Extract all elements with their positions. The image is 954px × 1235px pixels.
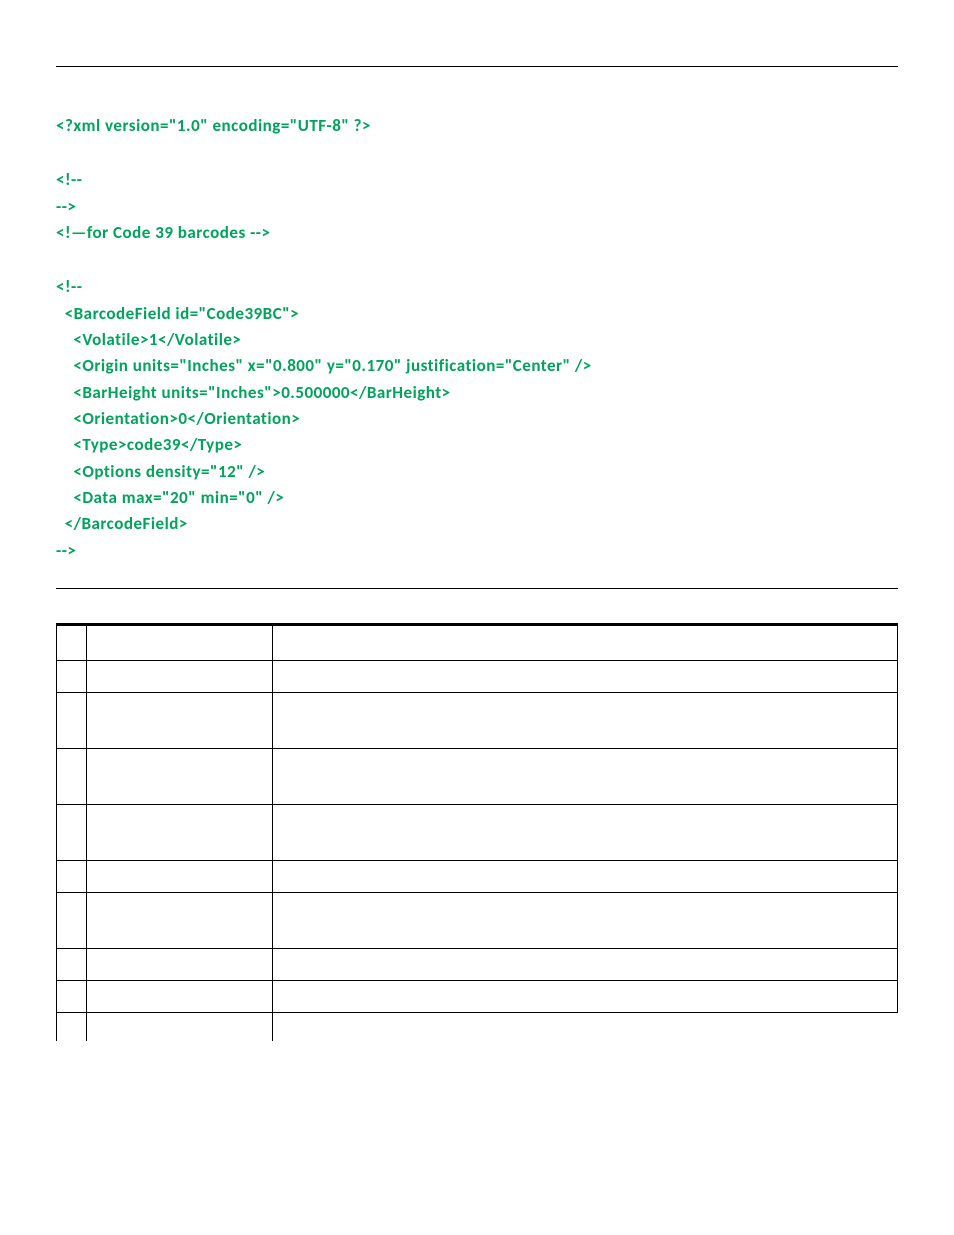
code-line: <Data max="20" min="0" /> [56, 487, 284, 508]
table-cell [87, 693, 273, 749]
code-line: <Origin units="Inches" x="0.800" y="0.17… [56, 355, 592, 376]
table-cell [57, 1013, 87, 1041]
table-cell [273, 693, 898, 749]
page: <?xml version="1.0" encoding="UTF-8" ?> … [0, 66, 954, 1041]
table-row [57, 861, 898, 893]
data-table-wrap [56, 623, 898, 1041]
table-cell [57, 749, 87, 805]
code-line: <BarcodeField id="Code39BC"> [56, 303, 299, 324]
table-header-cell [87, 625, 273, 661]
code-line: <?xml version="1.0" encoding="UTF-8" ?> [56, 115, 371, 136]
table-row [57, 693, 898, 749]
table-cell [273, 861, 898, 893]
table-header-cell [57, 625, 87, 661]
table-row [57, 893, 898, 949]
code-line: <!—for Code 39 barcodes --> [56, 222, 270, 243]
table-cell [87, 1013, 273, 1041]
table-row [57, 949, 898, 981]
code-line: <Orientation>0</Orientation> [56, 408, 300, 429]
table-cell [57, 805, 87, 861]
table-cell [273, 893, 898, 949]
table-cell [87, 805, 273, 861]
table-cell [57, 893, 87, 949]
mid-horizontal-rule [56, 588, 898, 589]
table-row [57, 981, 898, 1013]
table-cell [273, 805, 898, 861]
table-row [57, 1013, 898, 1041]
table-row [57, 661, 898, 693]
table-cell [273, 749, 898, 805]
code-line: <Volatile>1</Volatile> [56, 329, 241, 350]
table-cell [87, 981, 273, 1013]
table-cell [273, 949, 898, 981]
table-cell [273, 981, 898, 1013]
code-line: <Type>code39</Type> [56, 434, 242, 455]
table-row [57, 805, 898, 861]
data-table [56, 623, 898, 1041]
code-line: <!-- [56, 169, 82, 190]
code-line: --> [56, 540, 76, 561]
table-cell [87, 749, 273, 805]
table-cell [87, 893, 273, 949]
table-cell [273, 661, 898, 693]
table-cell [87, 661, 273, 693]
table-header-cell [273, 625, 898, 661]
table-cell [87, 949, 273, 981]
code-line: <BarHeight units="Inches">0.500000</BarH… [56, 382, 451, 403]
code-line: </BarcodeField> [56, 513, 188, 534]
table-cell [87, 861, 273, 893]
table-header-row [57, 625, 898, 661]
table-row [57, 749, 898, 805]
table-cell [57, 981, 87, 1013]
table-cell [57, 949, 87, 981]
table-cell [273, 1013, 898, 1041]
table-cell [57, 661, 87, 693]
code-line: <!-- [56, 276, 82, 297]
code-line: --> [56, 196, 76, 217]
code-line: <Options density="12" /> [56, 461, 265, 482]
xml-code-block: <?xml version="1.0" encoding="UTF-8" ?> … [56, 113, 898, 564]
table-cell [57, 693, 87, 749]
table-cell [57, 861, 87, 893]
top-horizontal-rule [56, 66, 898, 67]
